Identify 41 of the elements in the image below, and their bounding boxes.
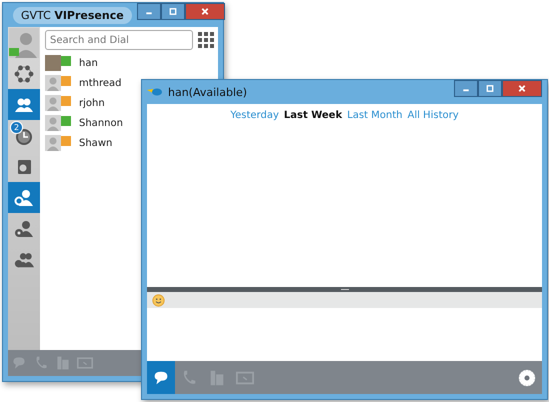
history-filter-link[interactable]: All History [407, 110, 459, 121]
user-avatar-icon [9, 28, 39, 58]
logo-icon [147, 87, 163, 97]
history-filter-link[interactable]: Last Month [347, 110, 402, 121]
count-badge: 2 [10, 121, 23, 134]
contact-item[interactable]: Shannon [45, 113, 127, 133]
network-icon [14, 64, 34, 84]
close-button[interactable] [502, 80, 542, 97]
chat-button[interactable] [147, 361, 175, 394]
contact-item[interactable]: rjohn [45, 93, 109, 113]
person-chat-icon [14, 188, 34, 208]
sidebar-tab[interactable] [8, 182, 40, 213]
maximize-icon [485, 84, 495, 93]
window-title: han(Available) [168, 86, 248, 98]
close-button[interactable] [184, 3, 225, 20]
chat-bubble-icon [11, 355, 27, 371]
close-icon [516, 84, 528, 93]
sidebar-tab[interactable]: 2 [8, 120, 40, 151]
contact-item[interactable]: han [45, 53, 102, 73]
desk-phone-icon [55, 355, 71, 371]
window-title: GVTC VIPresence [13, 6, 132, 24]
maximize-icon [168, 7, 178, 16]
maximize-button[interactable] [160, 3, 185, 20]
minimize-button[interactable] [454, 80, 478, 97]
minimize-button[interactable] [136, 3, 161, 20]
search-field[interactable]: Search and Dial [45, 30, 193, 50]
maximize-button[interactable] [478, 80, 502, 97]
screen-icon [77, 355, 93, 371]
smiley-icon[interactable] [152, 294, 165, 306]
sidebar-tab[interactable] [8, 89, 40, 120]
chat-bubble-icon [152, 368, 170, 386]
history-filter-link[interactable]: Last Week [284, 110, 342, 121]
settings-icon[interactable] [518, 368, 536, 386]
contact-item[interactable]: mthread [45, 73, 126, 93]
contact-item[interactable]: Shawn [45, 133, 116, 153]
dialpad-icon[interactable] [197, 31, 215, 49]
desk-phone-icon [208, 368, 226, 386]
screen-icon [236, 368, 254, 386]
splitter-handle[interactable] [147, 287, 542, 292]
history-filter-link[interactable]: Yesterday [230, 110, 279, 121]
person-star-icon [14, 218, 34, 238]
